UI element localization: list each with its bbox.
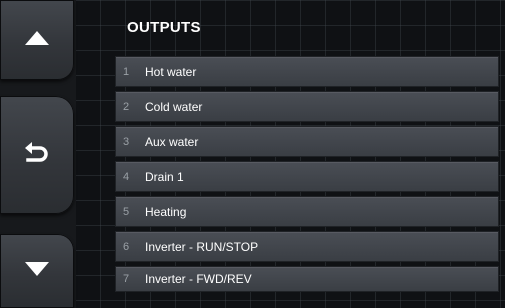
output-item-hot-water[interactable]: 1 Hot water bbox=[115, 56, 499, 87]
output-label: Heating bbox=[145, 204, 187, 219]
output-item-inverter-run-stop[interactable]: 6 Inverter - RUN/STOP bbox=[115, 231, 499, 262]
output-index: 5 bbox=[123, 205, 130, 218]
output-item-heating[interactable]: 5 Heating bbox=[115, 196, 499, 227]
output-item-inverter-fwd-rev[interactable]: 7 Inverter - FWD/REV bbox=[115, 266, 499, 292]
chevron-up-icon bbox=[24, 30, 50, 51]
output-item-aux-water[interactable]: 3 Aux water bbox=[115, 126, 499, 157]
side-panel bbox=[0, 0, 76, 308]
back-arrow-icon bbox=[24, 141, 50, 170]
output-item-drain-1[interactable]: 4 Drain 1 bbox=[115, 161, 499, 192]
scroll-down-button[interactable] bbox=[0, 234, 74, 308]
output-label: Hot water bbox=[145, 64, 197, 79]
chevron-down-icon bbox=[24, 261, 50, 282]
output-label: Aux water bbox=[145, 134, 199, 149]
output-index: 2 bbox=[123, 100, 130, 113]
output-index: 4 bbox=[123, 170, 130, 183]
output-index: 6 bbox=[123, 240, 130, 253]
page-title: OUTPUTS bbox=[127, 19, 201, 36]
output-label: Inverter - FWD/REV bbox=[145, 272, 252, 286]
scroll-up-button[interactable] bbox=[0, 0, 74, 80]
output-label: Inverter - RUN/STOP bbox=[145, 239, 259, 254]
outputs-list: 1 Hot water 2 Cold water 3 Aux water 4 D… bbox=[115, 56, 499, 292]
output-label: Drain 1 bbox=[145, 169, 184, 184]
output-index: 1 bbox=[123, 65, 130, 78]
output-index: 7 bbox=[123, 273, 130, 285]
output-label: Cold water bbox=[145, 99, 203, 114]
back-button[interactable] bbox=[0, 96, 74, 214]
output-item-cold-water[interactable]: 2 Cold water bbox=[115, 91, 499, 122]
output-index: 3 bbox=[123, 135, 130, 148]
